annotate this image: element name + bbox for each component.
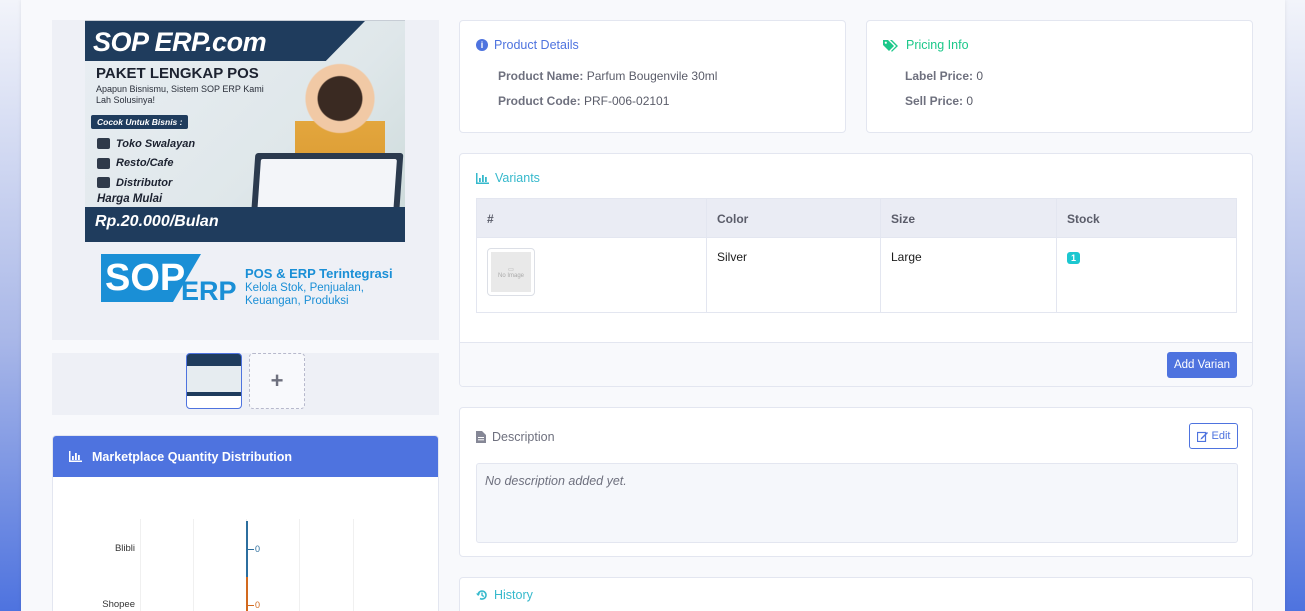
edit-description-button[interactable]: Edit [1189,423,1238,449]
sell-price-row: Sell Price: 0 [905,94,973,108]
banner-price-label: Harga Mulai [97,193,163,205]
sell-price-value: 0 [966,94,974,108]
product-name-value: Parfum Bougenvile 30ml [586,69,718,83]
product-banner-image[interactable]: SOP ERP.com PAKET LENGKAP POS Apapun Bis… [85,20,405,242]
marketplace-title: Marketplace Quantity Distribution [92,449,293,464]
image-icon: ▭ [508,266,514,273]
add-variant-button[interactable]: Add Varian [1167,352,1237,378]
table-row-size-cell: Large [880,237,1057,313]
edit-icon [1196,431,1208,442]
marketplace-card: Marketplace Quantity Distribution Blibli… [52,435,439,611]
chart-category-label: Blibli [114,543,135,554]
truck-icon [97,177,110,189]
restaurant-icon [97,157,110,169]
chart-value-tick [248,549,254,550]
product-details-card: i Product Details Product Name: Parfum B… [459,20,846,133]
banner-list: Toko Swalayan Resto/Cafe Distributor [97,134,195,193]
variant-image[interactable]: ▭ No Image [487,248,535,296]
add-image-button[interactable]: + [249,353,305,409]
product-code-label: Product Code: [498,94,581,108]
marketplace-chart: Blibli 0 Shopee 0 [53,477,438,611]
banner-list-item: Resto/Cafe [97,154,195,174]
bar-chart-icon [476,172,489,184]
product-code-value: PRF-006-02101 [584,94,670,108]
history-header: History [476,588,533,602]
no-image-label: No Image [497,272,524,279]
variants-header: Variants [476,171,540,185]
table-row-stock-cell: 1 [1056,237,1237,313]
banner-list-item: Toko Swalayan [97,134,195,154]
history-title: History [494,588,533,602]
label-price-row: Label Price: 0 [905,69,983,83]
description-content: No description added yet. [476,463,1238,543]
stock-badge: 1 [1067,252,1081,264]
variants-card-footer [460,342,1252,386]
chart-data-label: 0 [255,600,261,610]
product-name-row: Product Name: Parfum Bougenvile 30ml [498,69,717,83]
column-header-number: # [476,198,707,238]
brand-line-1: POS & ERP Terintegrasi [245,266,393,281]
banner-pill: Cocok Untuk Bisnis : [91,115,189,129]
info-icon: i [476,39,488,51]
banner-price: Rp.20.000/Bulan [85,207,405,242]
description-header: Description [476,430,555,444]
chart-category-label: Shopee [102,599,135,610]
banner-subtitle: PAKET LENGKAP POS [96,65,259,82]
bar-chart-icon [69,451,82,462]
product-name-label: Product Name: [498,69,584,83]
page-container: SOP ERP.com PAKET LENGKAP POS Apapun Bis… [21,0,1285,611]
banner-headline: SOP ERP.com [85,21,365,61]
product-details-title: Product Details [494,38,579,52]
product-details-header: i Product Details [476,38,579,52]
history-icon [476,590,487,600]
column-header-size: Size [880,198,1057,238]
banner-list-item: Distributor [97,173,195,193]
chart-value-tick [248,605,254,606]
table-row-image-cell: ▭ No Image [476,237,707,313]
variants-card: Variants # Color Size Stock ▭ No Image S… [459,153,1253,387]
store-icon [97,138,110,150]
file-icon [476,431,486,443]
chart-data-label: 0 [255,544,261,554]
banner-tagline: Apapun Bisnismu, Sistem SOP ERP Kami Lah… [96,84,264,105]
brand-line-2: Kelola Stok, Penjualan, Keuangan, Produk… [245,282,364,307]
description-title: Description [492,430,555,444]
label-price-value: 0 [976,69,984,83]
table-row-color-cell: Silver [706,237,881,313]
plus-icon: + [270,368,284,393]
sell-price-label: Sell Price: [905,94,964,108]
pricing-info-header: Pricing Info [883,38,969,52]
brand-block: SOP ERP POS & ERP Terintegrasi Kelola St… [85,252,405,340]
column-header-stock: Stock [1056,198,1237,238]
history-card: History [459,577,1253,611]
variants-title: Variants [495,171,540,185]
tags-icon [883,39,898,52]
thumbnail-strip: + [52,353,439,415]
description-card: Description Edit No description added ye… [459,407,1253,557]
image-thumbnail[interactable] [186,353,242,409]
sop-erp-logo: SOP ERP [101,254,237,310]
product-image-panel: SOP ERP.com PAKET LENGKAP POS Apapun Bis… [52,20,439,340]
pricing-info-title: Pricing Info [906,38,969,52]
marketplace-card-header: Marketplace Quantity Distribution [53,436,438,477]
product-code-row: Product Code: PRF-006-02101 [498,94,669,108]
pricing-info-card: Pricing Info Label Price: 0 Sell Price: … [866,20,1253,133]
label-price-label: Label Price: [905,69,974,83]
column-header-color: Color [706,198,881,238]
